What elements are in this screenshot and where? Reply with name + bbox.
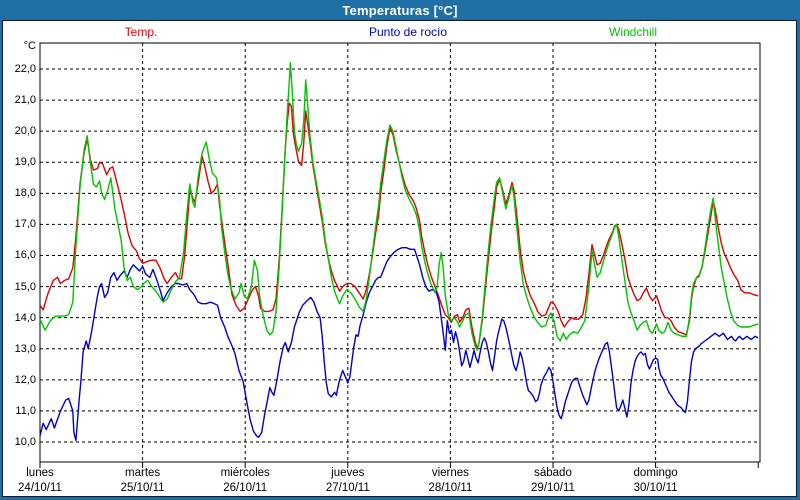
x-day-name-label: viernes: [402, 467, 498, 479]
chart-panel: [2, 20, 797, 497]
y-tick-label: 10,0: [0, 436, 36, 448]
x-day-name-label: miércoles: [197, 467, 293, 479]
x-day-date-label: 27/10/11: [300, 482, 396, 494]
y-tick-label: 17,0: [0, 218, 36, 230]
y-tick-label: 15,0: [0, 281, 36, 293]
x-day-date-label: 28/10/11: [402, 482, 498, 494]
y-tick-label: 13,0: [0, 343, 36, 355]
y-tick-label: 18,0: [0, 187, 36, 199]
window-title: Temperaturas [°C]: [342, 3, 457, 18]
x-day-name-label: sábado: [505, 467, 601, 479]
y-tick-label: 14,0: [0, 312, 36, 324]
y-tick-label: 21,0: [0, 94, 36, 106]
x-day-date-label: 26/10/11: [197, 482, 293, 494]
y-tick-label: 12,0: [0, 374, 36, 386]
x-day-name-label: lunes: [0, 467, 88, 479]
y-tick-label: 11,0: [0, 405, 36, 417]
y-tick-label: 22,0: [0, 63, 36, 75]
app-window: Temperaturas [°C] Temp. Punto de rocío W…: [0, 0, 800, 500]
y-axis-unit-label: °C: [2, 40, 36, 52]
y-tick-label: 19,0: [0, 156, 36, 168]
x-day-date-label: 24/10/11: [0, 482, 88, 494]
y-tick-label: 16,0: [0, 249, 36, 261]
x-day-date-label: 29/10/11: [505, 482, 601, 494]
x-day-date-label: 25/10/11: [95, 482, 191, 494]
legend-label-temp: Temp.: [125, 25, 158, 39]
legend-label-dew-point: Punto de rocío: [369, 25, 447, 39]
x-day-name-label: martes: [95, 467, 191, 479]
x-day-name-label: domingo: [608, 467, 704, 479]
legend-label-windchill: Windchill: [609, 25, 657, 39]
window-titlebar[interactable]: Temperaturas [°C]: [0, 0, 800, 21]
x-day-date-label: 30/10/11: [608, 482, 704, 494]
y-tick-label: 20,0: [0, 125, 36, 137]
x-day-name-label: jueves: [300, 467, 396, 479]
